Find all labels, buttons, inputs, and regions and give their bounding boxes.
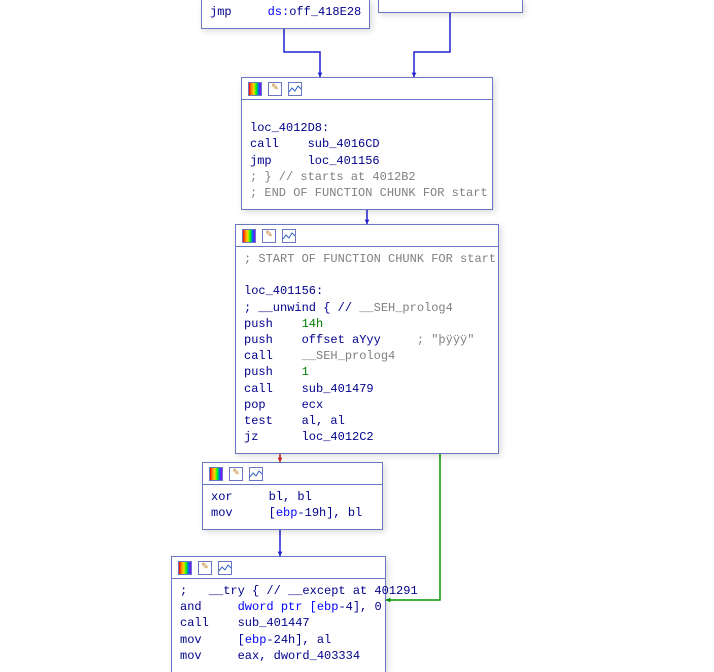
asm-block[interactable]: ✎ ; __try { // __except at 401291and dwor… (171, 556, 386, 672)
asm-line[interactable] (250, 104, 484, 120)
asm-body: jmp ds:off_418E28 (202, 0, 369, 28)
asm-line[interactable]: call sub_4016CD (250, 136, 484, 152)
asm-line[interactable]: test al, al (244, 413, 490, 429)
edit-icon[interactable]: ✎ (229, 467, 243, 481)
asm-block[interactable]: ✎ xor bl, blmov [ebp-19h], bl (202, 462, 383, 530)
asm-line[interactable]: jmp loc_401156 (250, 153, 484, 169)
asm-line[interactable]: ; } // starts at 4012B2 (250, 169, 484, 185)
edge (414, 6, 450, 77)
asm-line[interactable]: push 14h (244, 316, 490, 332)
asm-line[interactable]: ; START OF FUNCTION CHUNK FOR start (244, 251, 490, 267)
palette-icon[interactable] (178, 561, 192, 575)
asm-line[interactable]: mov [ebp-19h], bl (211, 505, 374, 521)
arrowhead-icon (386, 598, 390, 603)
asm-block[interactable]: ✎ loc_4012D8:call sub_4016CDjmp loc_4011… (241, 77, 493, 210)
block-titlebar: ✎ (172, 557, 385, 579)
asm-line[interactable]: jmp ds:off_418E28 (210, 4, 361, 20)
palette-icon[interactable] (242, 229, 256, 243)
edit-icon[interactable]: ✎ (262, 229, 276, 243)
asm-block[interactable]: jmp ds:off_418E28 (201, 0, 370, 29)
asm-line[interactable]: call sub_401447 (180, 615, 377, 631)
asm-block[interactable] (378, 0, 523, 13)
asm-line[interactable]: jz loc_4012C2 (244, 429, 490, 445)
block-titlebar: ✎ (203, 463, 382, 485)
asm-block[interactable]: ✎ ; START OF FUNCTION CHUNK FOR start loc… (235, 224, 499, 454)
asm-line[interactable]: xor bl, bl (211, 489, 374, 505)
edit-icon[interactable]: ✎ (198, 561, 212, 575)
asm-body: ; __try { // __except at 401291and dword… (172, 579, 385, 672)
asm-line[interactable]: push offset aYyy ; "þÿÿÿ" (244, 332, 490, 348)
asm-line[interactable]: ; __unwind { // __SEH_prolog4 (244, 300, 490, 316)
palette-icon[interactable] (209, 467, 223, 481)
asm-line[interactable]: call __SEH_prolog4 (244, 348, 490, 364)
asm-line[interactable]: and dword ptr [ebp-4], 0 (180, 599, 377, 615)
asm-body: loc_4012D8:call sub_4016CDjmp loc_401156… (242, 100, 492, 209)
asm-line[interactable]: ; __try { // __except at 401291 (180, 583, 377, 599)
graph-icon[interactable] (282, 229, 296, 243)
edit-icon[interactable]: ✎ (268, 82, 282, 96)
palette-icon[interactable] (248, 82, 262, 96)
asm-line[interactable]: mov [ebp-24h], al (180, 632, 377, 648)
asm-line[interactable]: pop ecx (244, 397, 490, 413)
asm-line[interactable]: call sub_401479 (244, 381, 490, 397)
asm-line[interactable]: push 1 (244, 364, 490, 380)
graph-icon[interactable] (288, 82, 302, 96)
block-titlebar: ✎ (242, 78, 492, 100)
asm-line[interactable]: mov eax, dword_403334 (180, 648, 377, 664)
asm-line[interactable]: loc_401156: (244, 283, 490, 299)
asm-body: xor bl, blmov [ebp-19h], bl (203, 485, 382, 529)
asm-line[interactable] (244, 267, 490, 283)
asm-body: ; START OF FUNCTION CHUNK FOR start loc_… (236, 247, 498, 453)
edge (284, 22, 320, 77)
graph-icon[interactable] (218, 561, 232, 575)
graph-icon[interactable] (249, 467, 263, 481)
block-titlebar: ✎ (236, 225, 498, 247)
asm-body (379, 0, 522, 12)
asm-line[interactable]: ; END OF FUNCTION CHUNK FOR start (250, 185, 484, 201)
asm-line[interactable]: loc_4012D8: (250, 120, 484, 136)
